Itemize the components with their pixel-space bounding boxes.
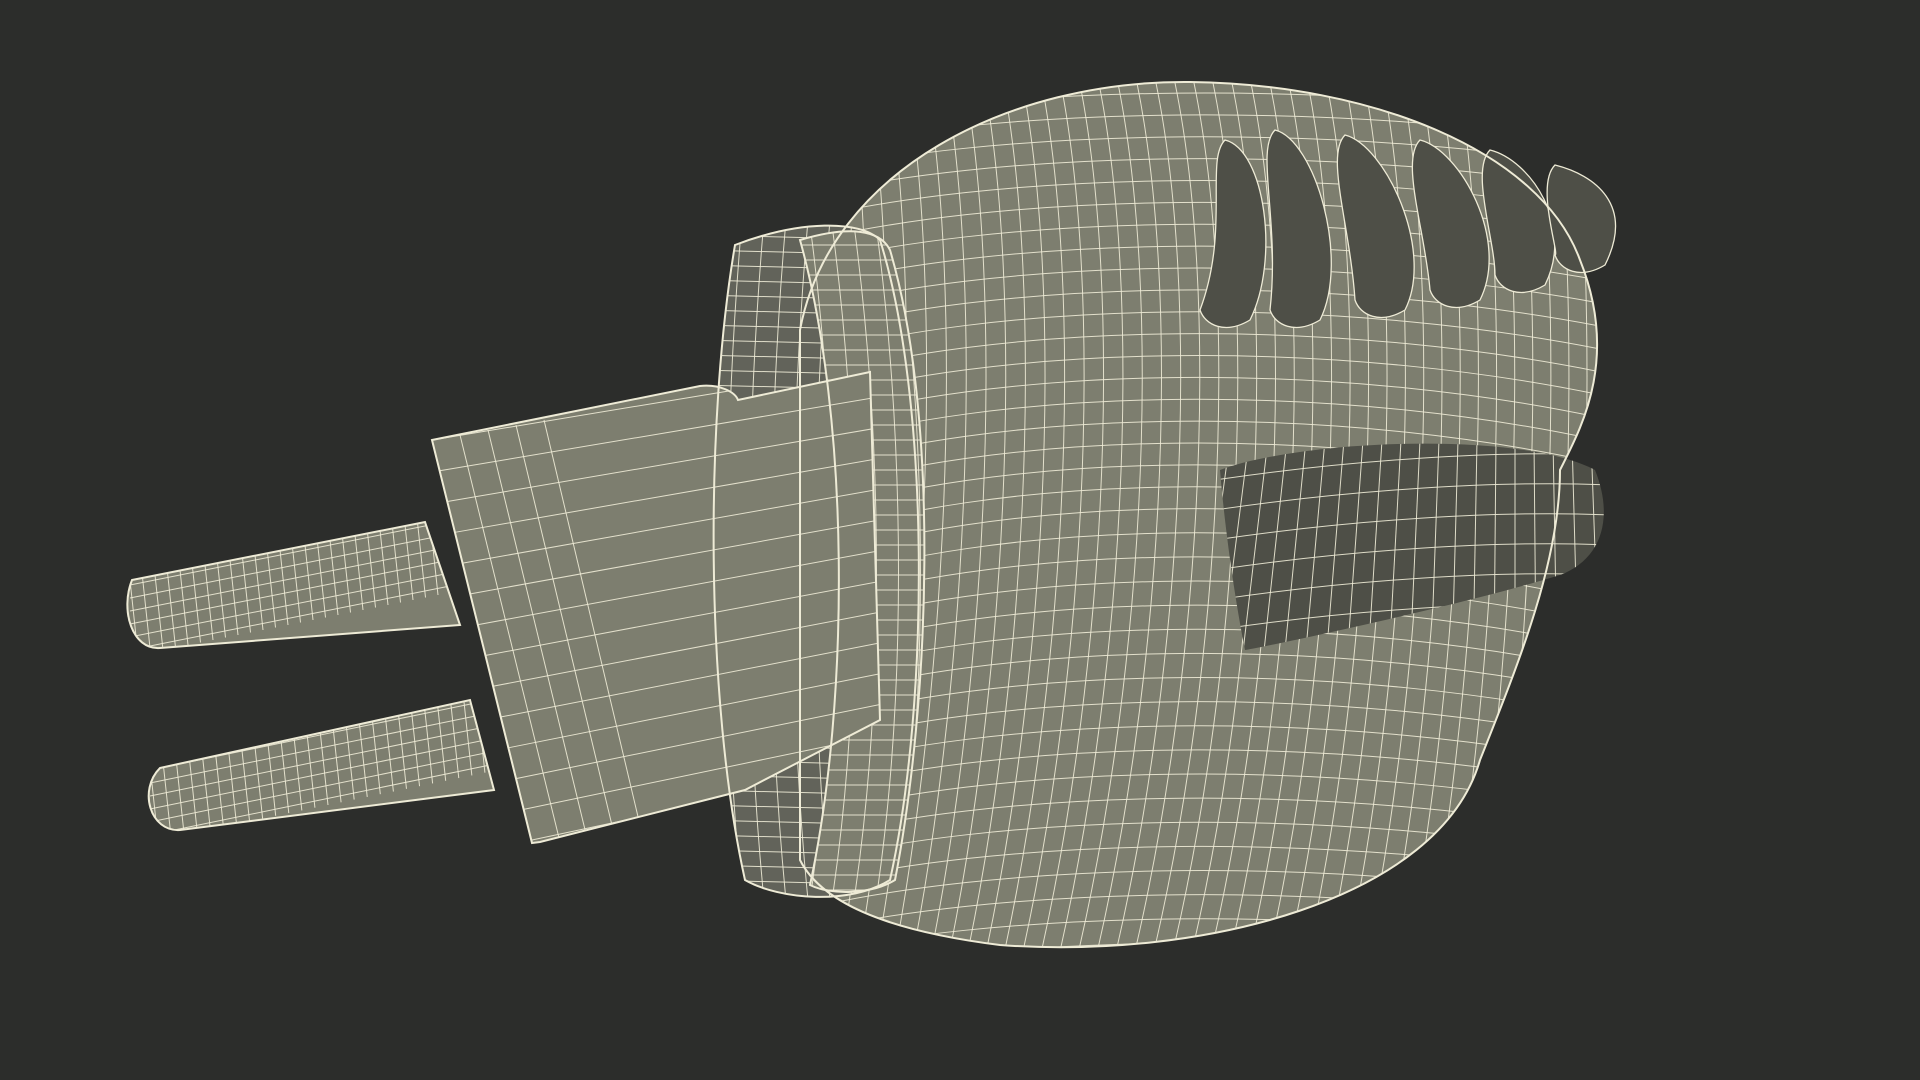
plug-pin-upper (127, 522, 461, 649)
housing-parallel (780, 967, 1620, 1007)
slot-rib (1610, 440, 1620, 660)
housing-parallel (800, 942, 1598, 948)
plug-pin-lower (148, 700, 495, 831)
render-viewport (0, 0, 1920, 1080)
housing-parallel (780, 991, 1620, 1030)
wireframe-render (126, 80, 1620, 1030)
pin-ring-line (489, 700, 495, 771)
